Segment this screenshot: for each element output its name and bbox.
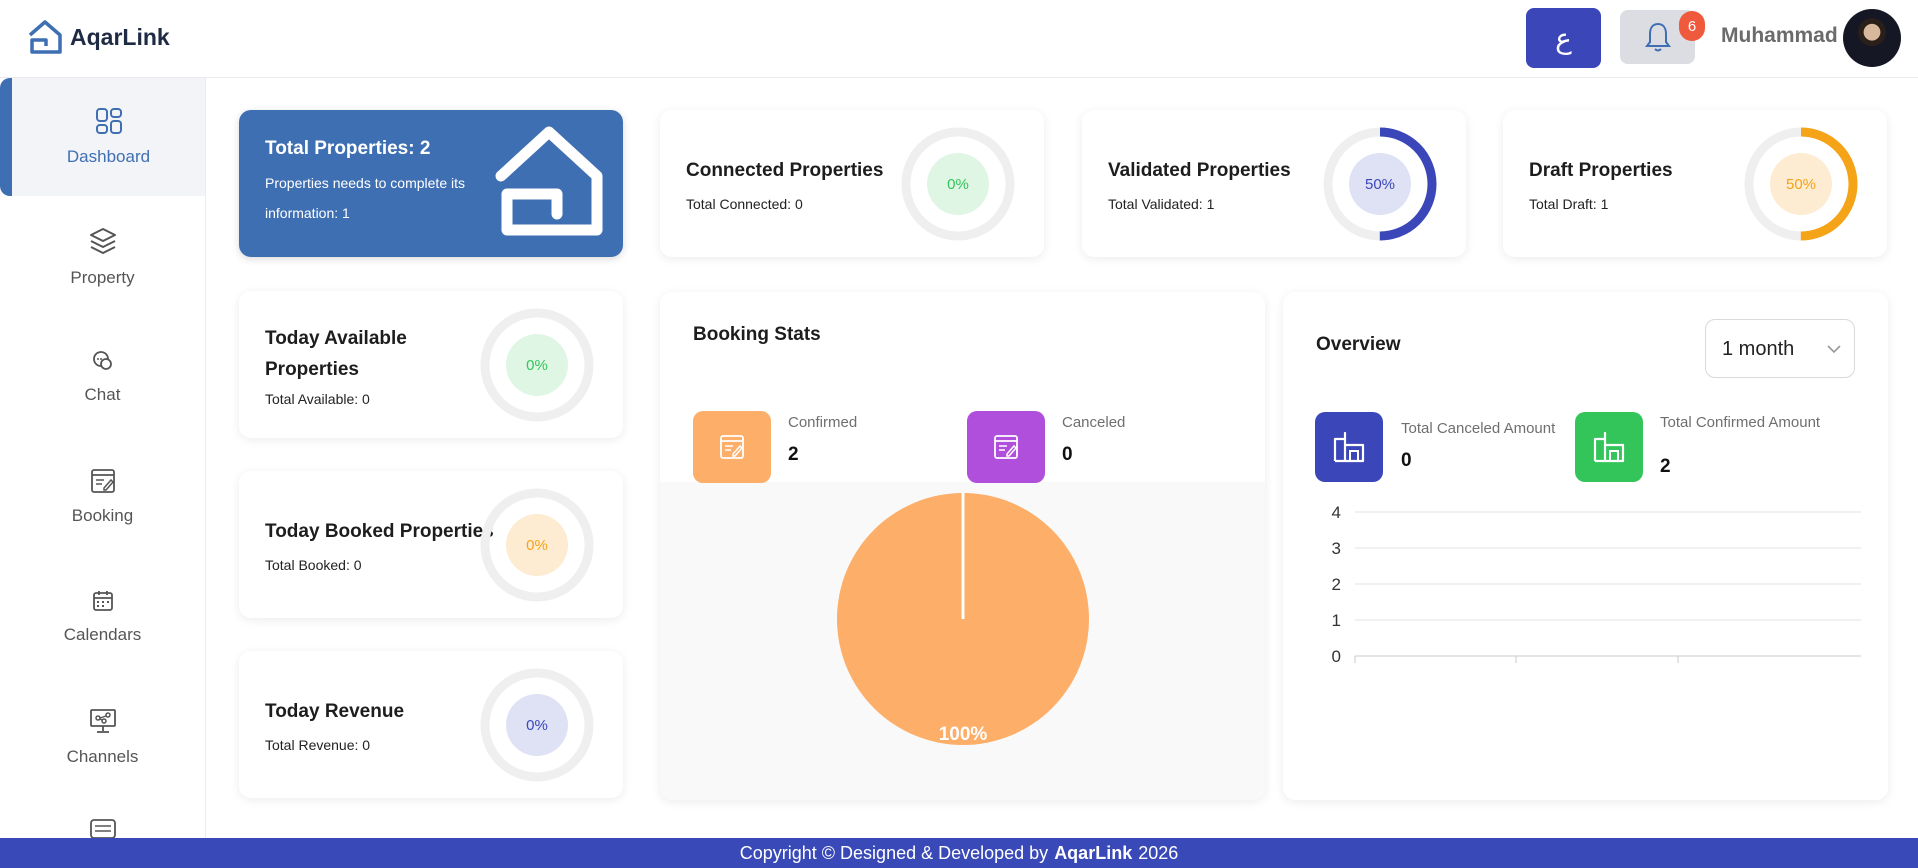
y-tick-label: 1: [1332, 611, 1341, 630]
booking-icon: [90, 469, 115, 493]
sidebar-item-label: Property: [70, 268, 135, 287]
house-logo-icon: [28, 20, 62, 54]
sidebar-item-chat[interactable]: Chat: [0, 318, 205, 436]
total-properties-sub: Properties needs to complete its informa…: [265, 175, 465, 221]
overview-title: Overview: [1316, 334, 1401, 355]
draft-properties-sub: Total Draft: 1: [1529, 196, 1609, 212]
channels-icon: [89, 709, 116, 733]
dashboard-icon: [95, 108, 122, 134]
validated-percent: 50%: [1364, 176, 1396, 193]
calendar-icon: [92, 591, 113, 611]
today-booked-card: Today Booked Properties Total Booked: 0 …: [239, 471, 623, 618]
logo-text: AqarLink: [70, 23, 170, 50]
chevron-down-icon: [1827, 345, 1841, 354]
validated-properties-sub: Total Validated: 1: [1108, 196, 1215, 212]
footer-brand[interactable]: AqarLink: [1054, 843, 1132, 864]
today-available-title-line2: Properties: [265, 359, 359, 380]
connected-properties-card: Connected Properties Total Connected: 0 …: [660, 110, 1044, 257]
sidebar-item-label: Dashboard: [66, 147, 151, 166]
today-available-title: Today Available Properties: [265, 323, 407, 385]
avatar[interactable]: [1843, 9, 1901, 67]
canceled-tile: [967, 411, 1045, 483]
sidebar-item-label: Channels: [66, 747, 139, 766]
user-name[interactable]: Muhammad: [1721, 24, 1838, 48]
confirmed-amount-label: Total Confirmed Amount: [1660, 414, 1821, 431]
y-tick-label: 3: [1332, 539, 1341, 558]
connected-properties-sub: Total Connected: 0: [686, 196, 803, 212]
language-toggle-button[interactable]: ع: [1526, 8, 1601, 68]
period-select[interactable]: 1 month: [1705, 319, 1855, 378]
y-tick-label: 0: [1332, 647, 1341, 666]
confirmed-amount-tile: [1575, 412, 1643, 482]
bell-icon: [1644, 22, 1671, 52]
house-icon: [495, 126, 603, 236]
y-tick-label: 4: [1332, 503, 1341, 522]
booking-icon: [720, 435, 744, 459]
today-revenue-sub: Total Revenue: 0: [265, 737, 371, 753]
total-properties-card: Total Properties: 2 Properties needs to …: [239, 110, 623, 257]
today-available-card: Today Available Properties Total Availab…: [239, 291, 623, 438]
sidebar-item-label: Booking: [71, 506, 134, 525]
today-revenue-percent: 0%: [526, 717, 548, 734]
booking-stats-title: Booking Stats: [693, 324, 821, 345]
sidebar-item-property[interactable]: Property: [0, 198, 205, 316]
footer-prefix: Copyright © Designed & Developed by: [739, 842, 1049, 863]
list-icon: [90, 819, 116, 839]
canceled-amount-value: 0: [1401, 450, 1412, 471]
draft-percent: 50%: [1785, 176, 1817, 193]
footer-year: 2026: [1138, 842, 1179, 863]
booking-icon: [994, 435, 1018, 459]
total-properties-title: Total Properties: 2: [265, 138, 431, 159]
sidebar-item-channels[interactable]: Channels: [0, 678, 205, 796]
today-available-percent: 0%: [526, 357, 548, 374]
canceled-amount-label: Total Canceled Amount: [1401, 420, 1556, 437]
sidebar-item-label: Chat: [84, 385, 121, 404]
today-revenue-title: Today Revenue: [265, 701, 405, 722]
building-icon: [1333, 431, 1365, 463]
footer: Copyright © Designed & Developed by Aqar…: [0, 838, 1918, 868]
today-booked-title: Today Booked Properties: [265, 521, 494, 542]
validated-properties-title: Validated Properties: [1108, 160, 1291, 181]
draft-properties-title: Draft Properties: [1529, 160, 1673, 181]
confirmed-tile: [693, 411, 771, 483]
chat-icon: [92, 351, 112, 370]
sidebar-item-booking[interactable]: Booking: [0, 438, 205, 556]
confirmed-amount-value: 2: [1660, 456, 1671, 477]
confirmed-value: 2: [788, 444, 799, 465]
connected-properties-title: Connected Properties: [686, 160, 884, 181]
connected-percent: 0%: [947, 176, 969, 193]
logo[interactable]: AqarLink: [26, 18, 170, 56]
building-icon: [1593, 431, 1625, 463]
canceled-value: 0: [1062, 444, 1073, 465]
overview-line-chart: 0 1 2 3 4: [1332, 503, 1861, 666]
today-revenue-card: Today Revenue Total Revenue: 0 0%: [239, 651, 623, 798]
pie-slice-label: 100%: [938, 724, 988, 745]
period-select-value: 1 month: [1722, 338, 1795, 360]
notification-badge: 6: [1679, 11, 1705, 41]
canceled-label: Canceled: [1062, 414, 1126, 431]
sidebar-item-dashboard[interactable]: Dashboard: [0, 78, 205, 196]
canceled-amount-tile: [1315, 412, 1383, 482]
today-available-sub: Total Available: 0: [265, 391, 370, 407]
top-header: AqarLink ع 6 Muhammad: [0, 0, 1918, 78]
today-booked-percent: 0%: [526, 537, 548, 554]
y-tick-label: 2: [1332, 575, 1341, 594]
sidebar: Dashboard Property Chat Booking Calendar…: [0, 78, 206, 839]
today-available-title-line1: Today Available: [265, 328, 407, 349]
confirmed-label: Confirmed: [788, 414, 858, 431]
booking-stats-card: Booking Stats Confirmed 2 Canceled 0 100…: [660, 292, 1265, 800]
validated-properties-card: Validated Properties Total Validated: 1 …: [1082, 110, 1466, 257]
booking-pie-chart: [837, 493, 1089, 745]
draft-properties-card: Draft Properties Total Draft: 1 50%: [1503, 110, 1887, 257]
sidebar-item-calendars[interactable]: Calendars: [0, 558, 205, 676]
layers-icon: [89, 228, 116, 254]
sidebar-item-label: Calendars: [63, 625, 142, 644]
today-booked-sub: Total Booked: 0: [265, 557, 362, 573]
